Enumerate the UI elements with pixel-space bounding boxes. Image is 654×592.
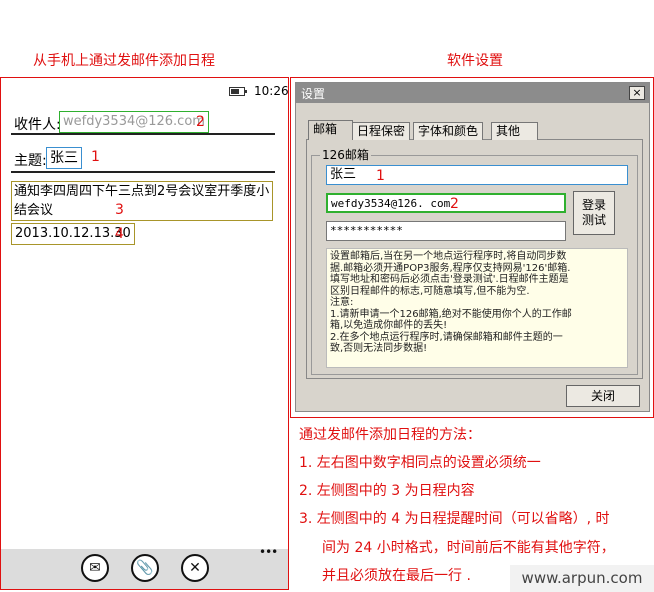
battery-icon <box>229 87 247 96</box>
cancel-button[interactable]: ✕ <box>181 554 209 582</box>
more-icon[interactable]: ••• <box>259 545 278 559</box>
tab-font-color[interactable]: 字体和颜色 <box>413 122 484 140</box>
close-button[interactable]: 关闭 <box>566 385 640 407</box>
left-section-title: 从手机上通过发邮件添加日程 <box>33 53 215 69</box>
app-bar: ✉ 📎 ✕ ••• <box>1 545 288 589</box>
note-line: 2.在多个地点运行程序时,请确保邮箱和邮件主题的一 <box>330 331 563 343</box>
status-time: 10:26 <box>254 84 289 98</box>
help-notes: 设置邮箱后,当在另一个地点运行程序时,将自动同步数 据.邮箱必须开通POP3服务… <box>326 248 628 368</box>
send-button[interactable]: ✉ <box>81 554 109 582</box>
settings-dialog-frame: 设置 × 日程保密 字体和颜色 其他 邮箱 126邮箱 张三 1 wefdy35… <box>290 77 654 418</box>
login-button-line2: 测试 <box>581 213 606 227</box>
title-bar: 设置 × <box>296 83 649 103</box>
tab-other[interactable]: 其他 <box>491 122 538 140</box>
close-icon[interactable]: × <box>629 86 645 100</box>
note-line: 箱,以免造成你邮件的丢失! <box>330 320 448 331</box>
to-field[interactable]: wefdy3534@126.com <box>59 111 209 133</box>
note-line: 注意: <box>330 297 354 308</box>
password-input[interactable]: *********** <box>326 221 566 241</box>
note-line: 填写地址和密码后必须点击'登录测试'.日程邮件主题是 <box>330 274 569 285</box>
window-title: 设置 <box>301 87 326 101</box>
tab-mailbox[interactable]: 邮箱 <box>308 120 353 140</box>
marker-3: 3 <box>115 202 124 218</box>
groupbox-label: 126邮箱 <box>320 146 371 163</box>
note-line: 致,否则无法同步数据! <box>330 343 428 354</box>
note-line: 1.请新申请一个126邮箱,绝对不能使用你个人的工作邮 <box>330 308 572 320</box>
watermark: www.arpun.com <box>510 565 654 592</box>
login-test-button[interactable]: 登录 测试 <box>573 191 615 235</box>
instruction-item: 3. 左侧图中的 4 为日程提醒时间（可以省略）, 时 <box>299 511 610 527</box>
attach-button[interactable]: 📎 <box>131 554 159 582</box>
to-underline <box>11 133 275 135</box>
cancel-icon: ✕ <box>189 560 201 576</box>
instruction-item: 1. 左右图中数字相同点的设置必须统一 <box>299 455 541 471</box>
note-line: 设置邮箱后,当在另一个地点运行程序时,将自动同步数 <box>330 251 567 262</box>
subject-input[interactable]: 张三 <box>326 165 628 185</box>
marker-1: 1 <box>91 149 100 165</box>
marker-4: 4 <box>115 226 124 242</box>
dialog-marker-1: 1 <box>376 168 385 184</box>
attach-icon: 📎 <box>136 560 154 576</box>
subject-field[interactable]: 张三 <box>46 147 82 169</box>
instruction-item: 间为 24 小时格式，时间前后不能有其他字符， <box>322 540 615 556</box>
phone-email-screen: 10:26 收件人: wefdy3534@126.com 2 主题: 张三 1 … <box>0 77 289 590</box>
note-line: 区别日程邮件的标志,可随意填写,但不能为空. <box>330 285 530 297</box>
to-label: 收件人: <box>14 117 61 133</box>
right-section-title: 软件设置 <box>447 53 503 69</box>
dialog-marker-2: 2 <box>450 196 459 212</box>
tab-schedule-privacy[interactable]: 日程保密 <box>352 122 411 140</box>
instructions-heading: 通过发邮件添加日程的方法： <box>299 427 481 443</box>
email-body-field[interactable]: 通知李四周四下午三点到2号会议室开季度小结会议 <box>11 181 273 221</box>
email-input[interactable]: wefdy3534@126. com <box>326 193 566 213</box>
settings-window: 设置 × 日程保密 字体和颜色 其他 邮箱 126邮箱 张三 1 wefdy35… <box>295 82 650 412</box>
instruction-item: 并且必须放在最后一行 . <box>322 568 471 584</box>
marker-2: 2 <box>196 114 205 130</box>
note-line: 据.邮箱必须开通POP3服务,程序仅支持网易'126'邮箱. <box>330 262 571 274</box>
instruction-item: 2. 左侧图中的 3 为日程内容 <box>299 483 475 499</box>
subject-label: 主题: <box>14 153 47 169</box>
compose-email-icon: ✉ <box>89 560 101 576</box>
login-button-line1: 登录 <box>581 198 606 212</box>
subject-underline <box>11 171 275 173</box>
